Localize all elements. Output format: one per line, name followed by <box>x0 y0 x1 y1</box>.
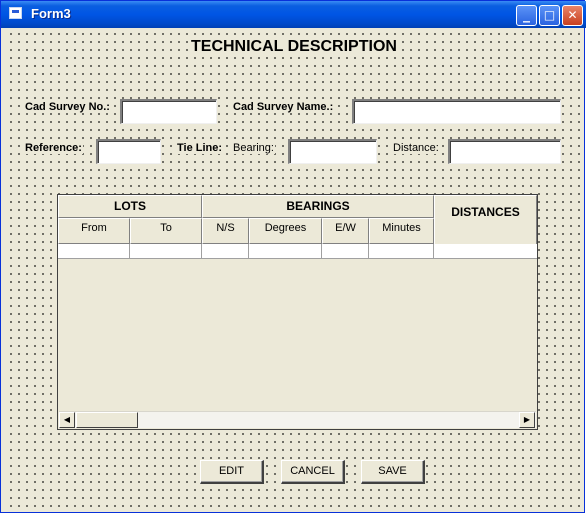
column-header-minutes[interactable]: Minutes <box>369 218 434 244</box>
distances-header[interactable]: DISTANCES <box>434 195 537 244</box>
form3-window: Form3 _ □ ✕ TECHNICAL DESCRIPTION Cad Su… <box>0 0 586 513</box>
cancel-button[interactable]: CANCEL <box>281 460 345 484</box>
distance-field[interactable] <box>448 139 561 164</box>
reference-field[interactable] <box>96 139 161 164</box>
grid-cell-degrees[interactable] <box>249 244 322 259</box>
minimize-button[interactable]: _ <box>516 5 537 26</box>
cad-survey-no-field[interactable] <box>120 99 217 124</box>
column-header-degrees[interactable]: Degrees <box>249 218 322 244</box>
bearing-field[interactable] <box>288 139 377 164</box>
arrow-right-icon: ▶ <box>523 415 531 424</box>
grid-cell-distances[interactable] <box>434 244 537 259</box>
bearing-label: Bearing: <box>232 142 275 154</box>
grid-cell-minutes[interactable] <box>369 244 434 259</box>
window-title: Form3 <box>31 6 71 21</box>
form-icon <box>9 7 22 19</box>
distance-label: Distance: <box>392 142 440 154</box>
arrow-left-icon: ◀ <box>63 415 71 424</box>
maximize-button[interactable]: □ <box>539 5 560 26</box>
page-title: TECHNICAL DESCRIPTION <box>188 38 400 56</box>
cad-survey-name-label: Cad Survey Name.: <box>232 101 335 113</box>
tie-line-label: Tie Line: <box>176 142 224 154</box>
bearings-header[interactable]: BEARINGS <box>202 195 434 218</box>
scroll-right-button[interactable]: ▶ <box>519 412 535 428</box>
save-button[interactable]: SAVE <box>361 460 425 484</box>
column-header-ew[interactable]: E/W <box>322 218 369 244</box>
reference-label: Reference: <box>24 142 83 154</box>
title-bar[interactable]: Form3 _ □ ✕ <box>1 1 586 28</box>
grid-cell-ew[interactable] <box>322 244 369 259</box>
column-header-ns[interactable]: N/S <box>202 218 249 244</box>
close-button[interactable]: ✕ <box>562 5 583 26</box>
column-header-from[interactable]: From <box>58 218 130 244</box>
cad-survey-no-label: Cad Survey No.: <box>24 101 111 113</box>
technical-description-grid[interactable]: LOTS BEARINGS DISTANCES From To N/S Degr… <box>57 194 538 430</box>
form-client-area: TECHNICAL DESCRIPTION Cad Survey No.: Ca… <box>5 28 580 510</box>
lots-header[interactable]: LOTS <box>58 195 202 218</box>
close-icon: ✕ <box>567 8 578 22</box>
scroll-thumb[interactable] <box>76 412 138 428</box>
minimize-icon: _ <box>523 7 530 23</box>
horizontal-scrollbar[interactable]: ◀ ▶ <box>59 411 536 428</box>
grid-cell-ns[interactable] <box>202 244 249 259</box>
grid-cell-from[interactable] <box>58 244 130 259</box>
maximize-icon: □ <box>543 8 556 22</box>
grid-cell-to[interactable] <box>130 244 202 259</box>
edit-button[interactable]: EDIT <box>200 460 264 484</box>
column-header-to[interactable]: To <box>130 218 202 244</box>
scroll-left-button[interactable]: ◀ <box>59 412 75 428</box>
cad-survey-name-field[interactable] <box>352 99 561 124</box>
